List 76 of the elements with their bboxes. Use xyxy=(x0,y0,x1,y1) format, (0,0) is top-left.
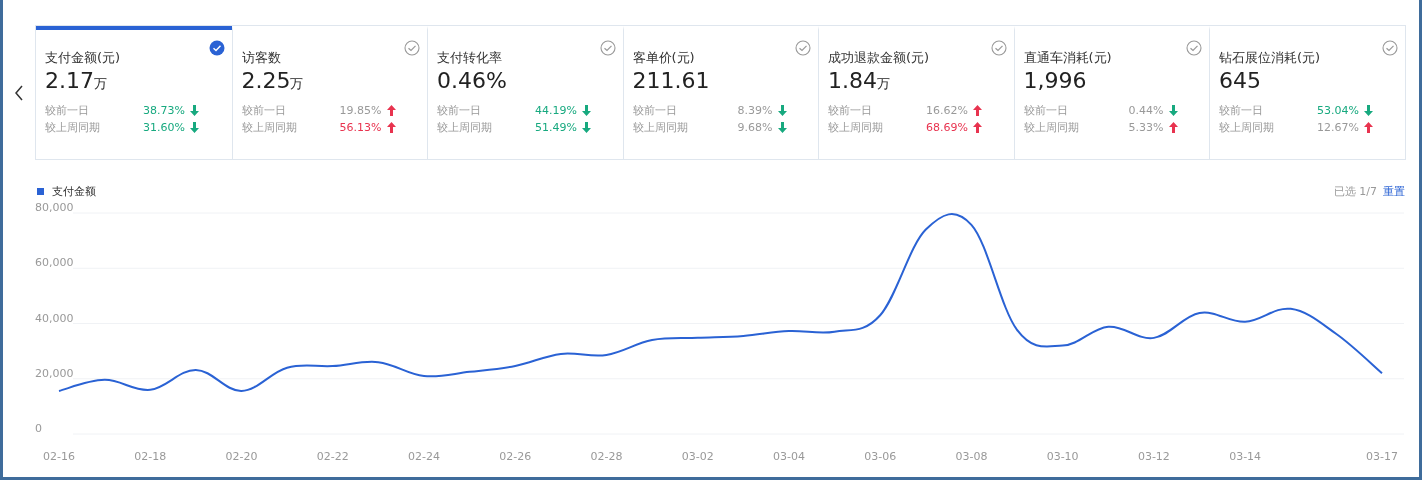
metric-card[interactable]: 直通车消耗(元) 1,996 较前一日 0.44% 较上周同期 5.33% xyxy=(1013,26,1209,159)
x-axis-label: 02-22 xyxy=(316,450,349,463)
metric-card[interactable]: 客单价(元) 211.61 较前一日 8.39% 较上周同期 9.68% xyxy=(622,26,818,159)
compare-value: 0.44% xyxy=(1127,104,1164,117)
compare-value: 8.39% xyxy=(736,104,773,117)
compare-value: 53.04% xyxy=(1316,104,1359,117)
compare-value: 9.68% xyxy=(736,121,773,134)
x-axis-label: 03-04 xyxy=(772,450,805,463)
metric-value: 645 xyxy=(1219,67,1261,95)
compare-label: 较前一日 xyxy=(45,103,90,118)
x-axis-label: 03-17 xyxy=(1366,450,1398,463)
metric-card[interactable]: 支付转化率 0.46% 较前一日 44.19% 较上周同期 51.49% xyxy=(427,26,623,159)
metric-title: 支付金额(元) xyxy=(45,50,122,66)
compare-label: 较上周同期 xyxy=(1023,120,1080,135)
compare-label: 较前一日 xyxy=(437,103,482,118)
y-axis-label: 60,000 xyxy=(35,256,74,270)
x-axis-label: 02-18 xyxy=(134,450,167,463)
compare-label: 较上周同期 xyxy=(241,120,298,135)
metric-value: 1,996 xyxy=(1023,67,1087,95)
compare-value: 51.49% xyxy=(534,121,577,134)
metric-value: 211.61 xyxy=(632,67,710,95)
metric-value: 1.84 xyxy=(828,67,877,95)
metric-title: 成功退款金额(元) xyxy=(828,50,931,66)
metric-unit: 万 xyxy=(94,76,107,93)
metric-card[interactable]: 访客数 2.25万 较前一日 19.85% 较上周同期 56.13% xyxy=(231,26,427,159)
y-axis-label: 0 xyxy=(35,422,42,435)
metric-value: 0.46% xyxy=(437,67,507,95)
chevron-left-icon xyxy=(14,84,24,101)
x-axis-label: 03-12 xyxy=(1137,450,1170,463)
x-axis-label: 02-20 xyxy=(225,450,258,463)
x-axis-label: 02-24 xyxy=(408,450,440,463)
compare-label: 较上周同期 xyxy=(828,120,884,135)
metric-title: 钻石展位消耗(元) xyxy=(1219,50,1322,66)
y-axis-label: 20,000 xyxy=(35,366,74,380)
metric-value: 2.17 xyxy=(45,67,94,95)
x-axis-label: 03-08 xyxy=(955,450,988,463)
compare-label: 较前一日 xyxy=(1219,103,1264,118)
compare-value: 56.13% xyxy=(338,121,382,134)
metric-unit: 万 xyxy=(290,76,304,93)
x-axis-label: 02-16 xyxy=(43,450,75,463)
metric-unit: 万 xyxy=(877,76,890,93)
compare-value: 31.60% xyxy=(142,121,185,134)
reset-link[interactable]: 重置 xyxy=(1383,183,1405,199)
compare-label: 较上周同期 xyxy=(632,120,689,135)
compare-value: 16.62% xyxy=(925,104,968,117)
legend-label: 支付金额 xyxy=(52,183,96,199)
metric-card[interactable]: 成功退款金额(元) 1.84万 较前一日 16.62% 较上周同期 68.69% xyxy=(818,26,1014,159)
metric-card[interactable]: 支付金额(元) 2.17万 较前一日 38.73% 较上周同期 31.60% xyxy=(36,26,232,159)
metric-title: 支付转化率 xyxy=(437,50,503,66)
y-axis-label: 40,000 xyxy=(35,311,74,325)
metric-card[interactable]: 钻石展位消耗(元) 645 较前一日 53.04% 较上周同期 12.67% xyxy=(1209,26,1405,159)
compare-label: 较上周同期 xyxy=(45,120,101,135)
x-axis-label: 02-26 xyxy=(499,450,532,463)
compare-label: 较前一日 xyxy=(632,103,678,118)
compare-label: 较上周同期 xyxy=(1219,120,1275,135)
x-axis-label: 03-02 xyxy=(681,450,714,463)
compare-value: 19.85% xyxy=(338,104,382,117)
compare-value: 5.33% xyxy=(1127,121,1164,134)
x-axis-label: 03-06 xyxy=(864,450,897,463)
compare-label: 较前一日 xyxy=(241,103,287,118)
compare-label: 较前一日 xyxy=(828,103,873,118)
metric-value: 2.25 xyxy=(241,67,291,95)
x-axis-label: 03-14 xyxy=(1229,450,1262,463)
x-axis-label: 02-28 xyxy=(590,450,623,463)
x-axis-label: 03-10 xyxy=(1046,450,1079,463)
compare-value: 12.67% xyxy=(1316,121,1359,134)
metric-title: 直通车消耗(元) xyxy=(1023,50,1113,66)
compare-value: 68.69% xyxy=(925,121,968,134)
metric-title: 客单价(元) xyxy=(632,50,696,66)
compare-value: 44.19% xyxy=(534,104,577,117)
compare-label: 较上周同期 xyxy=(437,120,493,135)
y-axis-label: 80,000 xyxy=(35,201,74,214)
selection-count: 已选 1/7 xyxy=(1333,183,1377,199)
compare-value: 38.73% xyxy=(142,104,185,117)
metric-title: 访客数 xyxy=(241,50,282,66)
compare-label: 较前一日 xyxy=(1023,103,1069,118)
